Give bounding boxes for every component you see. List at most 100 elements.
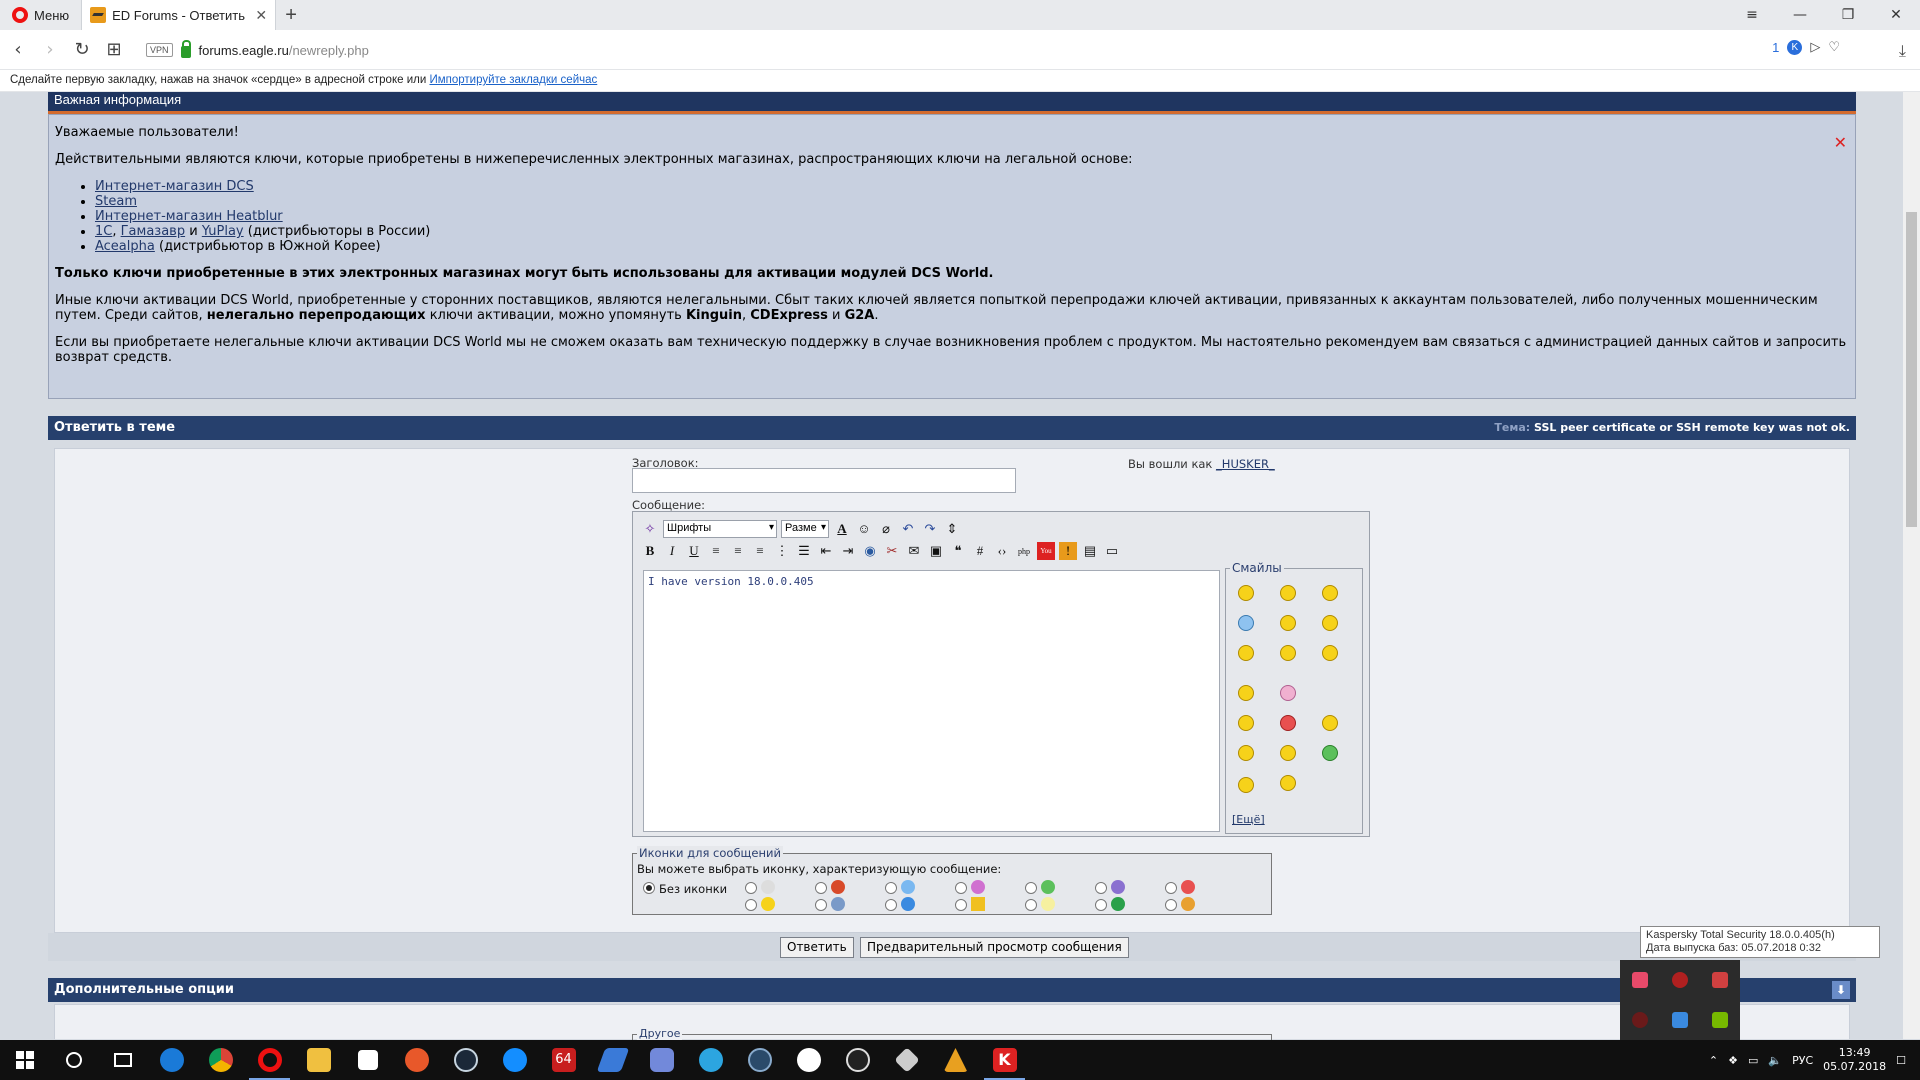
taskbar-app[interactable] xyxy=(490,1040,539,1080)
app-tray-icon[interactable] xyxy=(1632,1012,1648,1028)
lock-icon[interactable] xyxy=(180,39,191,58)
smilie-icon[interactable] xyxy=(1238,745,1254,761)
heart-bookmark-icon[interactable]: ♡ xyxy=(1828,39,1840,55)
redo-icon[interactable]: ↷ xyxy=(921,520,939,538)
smilie-icon[interactable] xyxy=(1238,715,1254,731)
table-icon[interactable]: ▤ xyxy=(1081,542,1099,560)
app-tray-icon[interactable] xyxy=(1672,1012,1688,1028)
smilie-icon[interactable] xyxy=(1280,775,1296,791)
icon-radio[interactable] xyxy=(745,899,757,911)
unordered-list-icon[interactable]: ☰ xyxy=(795,542,813,560)
icon-radio[interactable] xyxy=(955,882,967,894)
quote-icon[interactable]: ❝ xyxy=(949,542,967,560)
link-icon[interactable]: ◉ xyxy=(861,542,879,560)
italic-icon[interactable]: I xyxy=(663,542,681,560)
hr-icon[interactable]: ▭ xyxy=(1103,542,1121,560)
smilie-icon[interactable] xyxy=(1280,585,1296,601)
browser-tab[interactable]: ED Forums - Ответить в т ✕ xyxy=(81,0,277,30)
username-link[interactable]: _HUSKER_ xyxy=(1216,457,1275,471)
email-icon[interactable]: ✉ xyxy=(905,542,923,560)
taskbar-app[interactable]: K xyxy=(980,1040,1029,1080)
search-button[interactable] xyxy=(49,1040,98,1080)
smilie-icon[interactable] xyxy=(1322,585,1338,601)
image-icon[interactable]: ▣ xyxy=(927,542,945,560)
taskbar-app[interactable] xyxy=(196,1040,245,1080)
text-color-icon[interactable]: A xyxy=(833,520,851,538)
no-icon-radio[interactable] xyxy=(643,882,655,894)
kaspersky-icon[interactable]: K xyxy=(1787,39,1803,55)
smilie-icon[interactable] xyxy=(1322,715,1338,731)
submit-reply-button[interactable]: Ответить xyxy=(780,937,854,958)
php-icon[interactable]: php xyxy=(1015,542,1033,560)
network-icon[interactable]: ▭ xyxy=(1748,1054,1758,1067)
language-indicator[interactable]: РУС xyxy=(1792,1054,1813,1067)
icon-radio[interactable] xyxy=(1165,899,1177,911)
page-scrollbar[interactable] xyxy=(1903,92,1920,1039)
send-icon[interactable]: ▷ xyxy=(1810,39,1820,55)
new-tab-button[interactable]: + xyxy=(276,4,306,27)
icon-radio[interactable] xyxy=(885,899,897,911)
clock[interactable]: 13:49 05.07.2018 xyxy=(1823,1046,1886,1074)
scrollbar-thumb[interactable] xyxy=(1906,212,1917,527)
taskbar-app[interactable]: 64 xyxy=(539,1040,588,1080)
attach-icon[interactable]: ⌀ xyxy=(877,520,895,538)
back-icon[interactable]: ‹ xyxy=(4,36,32,64)
smilie-icon[interactable] xyxy=(1238,615,1254,631)
smilie-icon[interactable] xyxy=(1322,615,1338,631)
smilie-icon[interactable] xyxy=(1238,777,1254,793)
icon-radio[interactable] xyxy=(885,882,897,894)
icon-radio[interactable] xyxy=(745,882,757,894)
restore-icon[interactable]: ❐ xyxy=(1824,0,1872,30)
icon-radio[interactable] xyxy=(955,899,967,911)
taskbar-app[interactable] xyxy=(931,1040,980,1080)
smilie-icon[interactable] xyxy=(1280,615,1296,631)
taskbar-app[interactable] xyxy=(392,1040,441,1080)
message-textarea[interactable]: I have version 18.0.0.405 xyxy=(643,570,1220,832)
volume-icon[interactable]: 🔈 xyxy=(1768,1054,1782,1067)
taskbar-app[interactable] xyxy=(686,1040,735,1080)
app-tray-icon[interactable] xyxy=(1672,972,1688,988)
font-select[interactable]: Шрифты xyxy=(663,520,777,538)
speed-dial-icon[interactable]: ⊞ xyxy=(100,36,128,64)
code-icon[interactable]: ‹› xyxy=(993,542,1011,560)
notifications-icon[interactable]: ☐ xyxy=(1896,1054,1906,1067)
store-link[interactable]: YuPlay xyxy=(202,224,244,239)
forward-icon[interactable]: › xyxy=(36,36,64,64)
align-center-icon[interactable]: ≡ xyxy=(729,542,747,560)
store-link[interactable]: 1С xyxy=(95,224,112,239)
reload-icon[interactable]: ↻ xyxy=(68,36,96,64)
ordered-list-icon[interactable]: ⋮ xyxy=(773,542,791,560)
size-select[interactable]: Разме xyxy=(781,520,829,538)
url-field[interactable]: VPN forums.eagle.ru/newreply.php xyxy=(140,36,1790,64)
app-tray-icon[interactable] xyxy=(1712,972,1728,988)
outdent-icon[interactable]: ⇤ xyxy=(817,542,835,560)
taskbar-app[interactable] xyxy=(245,1040,294,1080)
icon-radio[interactable] xyxy=(815,899,827,911)
taskbar-app[interactable] xyxy=(833,1040,882,1080)
icon-radio[interactable] xyxy=(1025,882,1037,894)
preview-button[interactable]: Предварительный просмотр сообщения xyxy=(860,937,1129,958)
taskbar-app[interactable] xyxy=(637,1040,686,1080)
store-link[interactable]: Acealpha xyxy=(95,239,155,254)
tab-menu-icon[interactable]: ≡ xyxy=(1728,0,1776,30)
underline-icon[interactable]: U xyxy=(685,542,703,560)
unlink-icon[interactable]: ✂ xyxy=(883,542,901,560)
store-link[interactable]: Гамазавр xyxy=(121,224,185,239)
close-notice-icon[interactable]: ✕ xyxy=(1834,135,1847,151)
smilie-icon[interactable] xyxy=(1322,745,1338,761)
download-icon[interactable]: ⤓ xyxy=(1899,41,1906,61)
smilie-icon[interactable] xyxy=(1280,745,1296,761)
start-button[interactable] xyxy=(0,1040,49,1080)
task-view-button[interactable] xyxy=(98,1040,147,1080)
smilie-icon[interactable] xyxy=(1238,645,1254,661)
resize-icon[interactable]: ⇕ xyxy=(943,520,961,538)
import-bookmarks-link[interactable]: Импортируйте закладки сейчас xyxy=(429,74,597,86)
smilie-icon[interactable] xyxy=(1280,645,1296,661)
taskbar-app[interactable] xyxy=(147,1040,196,1080)
youtube-icon[interactable]: You xyxy=(1037,542,1055,560)
taskbar-app[interactable] xyxy=(588,1040,637,1080)
close-window-icon[interactable]: ✕ xyxy=(1872,0,1920,30)
align-left-icon[interactable]: ≡ xyxy=(707,542,725,560)
opera-menu-button[interactable]: Меню xyxy=(0,0,81,30)
icon-radio[interactable] xyxy=(1025,899,1037,911)
